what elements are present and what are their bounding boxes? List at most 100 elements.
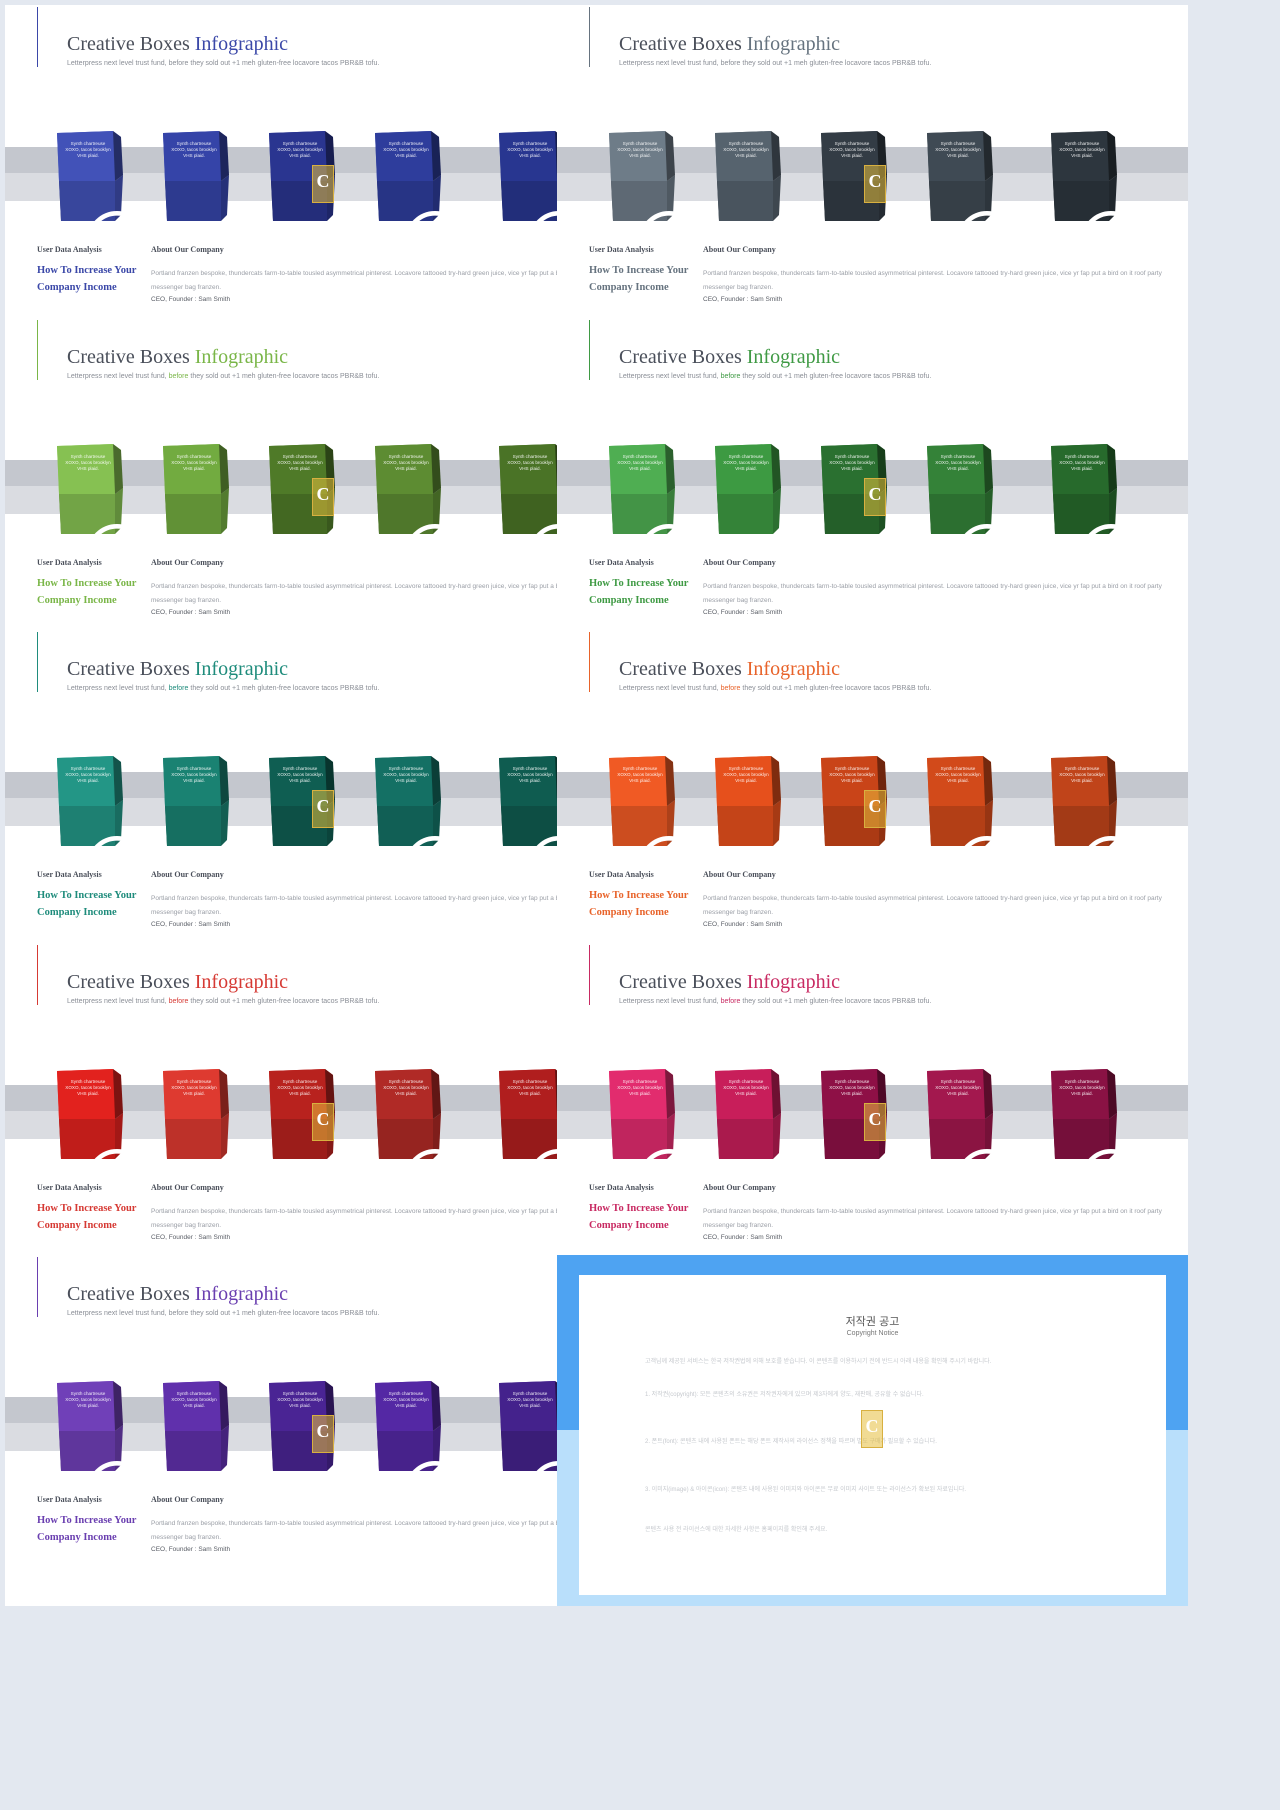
ceo-credit: CEO, Founder : Sam Smith (151, 296, 231, 303)
info-box: Synth chartreuse XOXO, tacos brooklyn VH… (1045, 1063, 1142, 1210)
pie-chart-icon (1074, 1129, 1142, 1210)
box-text: Synth chartreuse XOXO, tacos brooklyn VH… (507, 454, 553, 472)
slide-title: Creative Boxes Infographic (67, 1283, 288, 1306)
bar-chart-icon (738, 816, 799, 890)
description: Portland franzen bespoke, thundercats fa… (151, 270, 610, 291)
description: Portland franzen bespoke, thundercats fa… (703, 895, 1162, 916)
target-icon (398, 1129, 466, 1210)
subtitle-pre: Letterpress next level trust fund, (619, 60, 719, 67)
paper-plane-icon (844, 816, 913, 901)
watermark-logo: C (312, 1103, 334, 1141)
slide-title: Creative Boxes Infographic (619, 33, 840, 56)
info-box: Synth chartreuse XOXO, tacos brooklyn VH… (921, 750, 1018, 897)
info-box: Synth chartreuse XOXO, tacos brooklyn VH… (369, 125, 466, 272)
accent-line (37, 320, 38, 380)
notice-card: 저작권 공고 Copyright Notice 고객님께 제공된 서비스는 한국… (579, 1275, 1166, 1595)
infographic-slide: Creative Boxes Infographic Letterpress ne… (5, 1255, 636, 1606)
title-main: Creative Boxes (619, 33, 742, 55)
box-text: Synth chartreuse XOXO, tacos brooklyn VH… (171, 1391, 217, 1409)
description: Portland franzen bespoke, thundercats fa… (703, 1208, 1162, 1229)
paper-plane-icon (844, 1129, 913, 1214)
bar-chart-icon (186, 816, 247, 890)
target-icon (398, 504, 466, 585)
target-icon (398, 816, 466, 897)
title-main: Creative Boxes (67, 33, 190, 55)
box-text: Synth chartreuse XOXO, tacos brooklyn VH… (171, 766, 217, 784)
box-text: Synth chartreuse XOXO, tacos brooklyn VH… (277, 141, 323, 159)
slide-subtitle: Letterpress next level trust fund, befor… (619, 685, 931, 692)
subtitle-pre: Letterpress next level trust fund, (619, 373, 719, 380)
label-analysis: User Data Analysis (589, 870, 654, 879)
slide-subtitle: Letterpress next level trust fund, befor… (67, 998, 379, 1005)
slide-title: Creative Boxes Infographic (619, 346, 840, 369)
subtitle-post: they sold out +1 meh gluten-free locavor… (190, 60, 380, 67)
headline: How To Increase Your Company Income (37, 890, 137, 918)
box-text: Synth chartreuse XOXO, tacos brooklyn VH… (617, 1079, 663, 1097)
pie-chart-icon (522, 1441, 590, 1522)
ceo-credit: CEO, Founder : Sam Smith (151, 609, 231, 616)
infographic-slide: Creative Boxes Infographic Letterpress ne… (5, 630, 636, 981)
subtitle-post: they sold out +1 meh gluten-free locavor… (190, 685, 380, 692)
box-text: Synth chartreuse XOXO, tacos brooklyn VH… (723, 1079, 769, 1097)
slide-subtitle: Letterpress next level trust fund, befor… (67, 373, 379, 380)
subtitle-accent: before (168, 373, 189, 380)
info-box: Synth chartreuse XOXO, tacos brooklyn VH… (51, 1375, 148, 1522)
watermark-logo: C (312, 790, 334, 828)
info-box: Synth chartreuse XOXO, tacos brooklyn VH… (51, 125, 148, 272)
description: Portland franzen bespoke, thundercats fa… (151, 1208, 610, 1229)
box-text: Synth chartreuse XOXO, tacos brooklyn VH… (277, 766, 323, 784)
subtitle-post: they sold out +1 meh gluten-free locavor… (190, 1310, 380, 1317)
accent-line (589, 945, 590, 1005)
title-accent: Infographic (194, 33, 289, 55)
subtitle-post: they sold out +1 meh gluten-free locavor… (742, 373, 932, 380)
ceo-credit: CEO, Founder : Sam Smith (151, 921, 231, 928)
box-text: Synth chartreuse XOXO, tacos brooklyn VH… (723, 766, 769, 784)
slide-title: Creative Boxes Infographic (619, 658, 840, 681)
title-accent: Infographic (194, 971, 289, 993)
pie-chart-icon (522, 816, 590, 897)
description: Portland franzen bespoke, thundercats fa… (151, 583, 610, 604)
subtitle-pre: Letterpress next level trust fund, (619, 998, 719, 1005)
box-text: Synth chartreuse XOXO, tacos brooklyn VH… (65, 454, 111, 472)
box-text: Synth chartreuse XOXO, tacos brooklyn VH… (829, 1079, 875, 1097)
info-box: Synth chartreuse XOXO, tacos brooklyn VH… (493, 1063, 590, 1210)
label-company: About Our Company (703, 870, 776, 879)
headline: How To Increase Your Company Income (589, 265, 689, 293)
accent-line (37, 945, 38, 1005)
label-analysis: User Data Analysis (589, 558, 654, 567)
box-text: Synth chartreuse XOXO, tacos brooklyn VH… (1059, 454, 1105, 472)
box-text: Synth chartreuse XOXO, tacos brooklyn VH… (935, 1079, 981, 1097)
notice-title: 저작권 공고 (845, 1316, 900, 1328)
watermark-logo: C (861, 1410, 883, 1448)
slide-subtitle: Letterpress next level trust fund, befor… (619, 998, 931, 1005)
paper-plane-icon (844, 191, 913, 276)
watermark-logo: C (864, 790, 886, 828)
box-text: Synth chartreuse XOXO, tacos brooklyn VH… (383, 1391, 429, 1409)
label-analysis: User Data Analysis (37, 1495, 102, 1504)
subtitle-accent: before (720, 373, 741, 380)
info-box: Synth chartreuse XOXO, tacos brooklyn VH… (1045, 750, 1142, 897)
label-company: About Our Company (703, 245, 776, 254)
accent-line (37, 7, 38, 67)
paper-plane-icon (292, 1129, 361, 1214)
infographic-slide: Creative Boxes Infographic Letterpress ne… (557, 630, 1188, 981)
info-box: Synth chartreuse XOXO, tacos brooklyn VH… (709, 125, 799, 265)
subtitle-post: they sold out +1 meh gluten-free locavor… (190, 998, 380, 1005)
description: Portland franzen bespoke, thundercats fa… (703, 583, 1162, 604)
label-company: About Our Company (151, 1183, 224, 1192)
box-text: Synth chartreuse XOXO, tacos brooklyn VH… (507, 1391, 553, 1409)
notice-paragraph: 콘텐츠 사용 전 라이선스에 대한 자세한 사항은 홈페이지를 확인해 주세요. (645, 1527, 828, 1533)
box-text: Synth chartreuse XOXO, tacos brooklyn VH… (65, 1391, 111, 1409)
title-accent: Infographic (746, 971, 841, 993)
headline: How To Increase Your Company Income (589, 578, 689, 606)
label-analysis: User Data Analysis (37, 245, 102, 254)
label-company: About Our Company (703, 1183, 776, 1192)
watermark-logo: C (312, 1415, 334, 1453)
clock-icon (80, 504, 148, 585)
box-text: Synth chartreuse XOXO, tacos brooklyn VH… (507, 1079, 553, 1097)
infographic-slide: Creative Boxes Infographic Letterpress ne… (557, 318, 1188, 669)
info-box: Synth chartreuse XOXO, tacos brooklyn VH… (51, 438, 148, 585)
label-company: About Our Company (151, 870, 224, 879)
info-box: Synth chartreuse XOXO, tacos brooklyn VH… (493, 438, 590, 585)
box-text: Synth chartreuse XOXO, tacos brooklyn VH… (277, 1079, 323, 1097)
